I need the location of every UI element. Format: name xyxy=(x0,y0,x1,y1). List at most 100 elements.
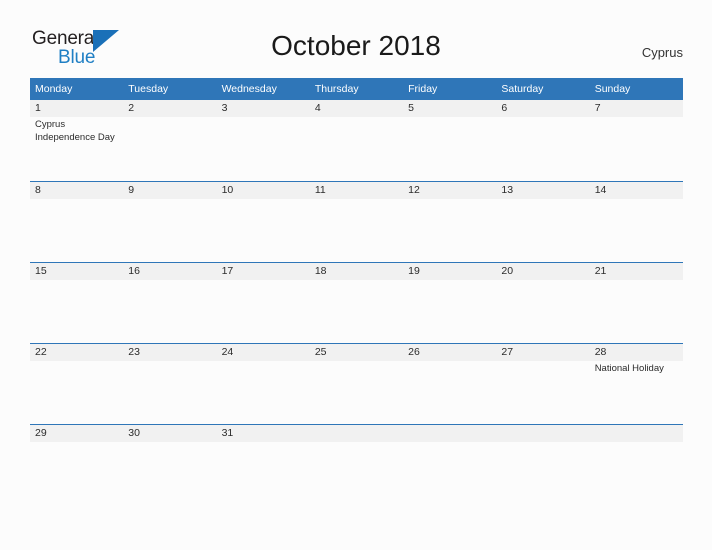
day-cell-inner: 19 xyxy=(403,262,497,343)
day-number: 5 xyxy=(403,100,497,117)
day-cell-inner: 14 xyxy=(589,181,683,262)
day-cell-inner: 18 xyxy=(309,262,404,343)
day-cell-inner: 12 xyxy=(403,181,497,262)
calendar-cell[interactable]: 27 xyxy=(496,343,590,424)
calendar-cell[interactable]: 16 xyxy=(123,262,217,343)
day-number: 9 xyxy=(123,182,217,199)
day-cell-inner: 29 xyxy=(30,424,124,454)
day-cell-inner: 27 xyxy=(496,343,590,424)
day-number: 29 xyxy=(30,425,124,442)
calendar-cell[interactable]: 29 xyxy=(30,424,124,454)
calendar-cell[interactable]: 30 xyxy=(123,424,217,454)
day-cell-inner: 20 xyxy=(496,262,590,343)
calendar-cell[interactable]: 23 xyxy=(123,343,217,424)
calendar-cell[interactable]: 28 National Holiday xyxy=(589,343,683,424)
page-title: October 2018 xyxy=(271,30,441,61)
calendar-cell[interactable]: 3 xyxy=(216,100,310,181)
calendar-week-row: 8 9 10 11 12 13 14 xyxy=(30,181,683,262)
day-number: 24 xyxy=(216,344,310,361)
calendar-cell[interactable]: 1 Cyprus Independence Day xyxy=(30,100,124,181)
day-number: 12 xyxy=(403,182,497,199)
day-number: 1 xyxy=(30,100,124,117)
day-cell-inner: 21 xyxy=(589,262,683,343)
day-cell-inner: 15 xyxy=(30,262,124,343)
calendar-cell[interactable]: 13 xyxy=(496,181,590,262)
calendar-cell[interactable]: 8 xyxy=(30,181,124,262)
day-cell-inner: 22 xyxy=(30,343,124,424)
day-number: 16 xyxy=(123,263,217,280)
calendar-cell[interactable]: 6 xyxy=(496,100,590,181)
day-number: 17 xyxy=(216,263,310,280)
day-number: 27 xyxy=(496,344,590,361)
calendar-cell[interactable]: 14 xyxy=(589,181,683,262)
calendar-cell[interactable]: 21 xyxy=(589,262,683,343)
calendar-cell[interactable]: 9 xyxy=(123,181,217,262)
calendar-cell[interactable] xyxy=(309,424,404,454)
day-cell-inner: 10 xyxy=(216,181,310,262)
day-number: 18 xyxy=(309,263,404,280)
day-number xyxy=(589,425,683,442)
day-cell-inner: 30 xyxy=(123,424,217,454)
calendar-cell[interactable]: 15 xyxy=(30,262,124,343)
day-cell-inner: 26 xyxy=(403,343,497,424)
calendar-cell[interactable]: 22 xyxy=(30,343,124,424)
day-cell-inner: 6 xyxy=(496,100,590,181)
calendar-cell[interactable]: 25 xyxy=(309,343,404,424)
day-number: 8 xyxy=(30,182,124,199)
calendar-cell[interactable]: 10 xyxy=(216,181,310,262)
day-number: 25 xyxy=(309,344,404,361)
calendar-cell[interactable]: 2 xyxy=(123,100,217,181)
day-cell-inner: 24 xyxy=(216,343,310,424)
day-cell-inner xyxy=(403,424,497,454)
calendar-cell[interactable]: 5 xyxy=(403,100,497,181)
calendar-week-row: 22 23 24 25 26 27 28 National Holiday xyxy=(30,343,683,424)
day-events: Cyprus Independence Day xyxy=(30,117,123,144)
calendar-cell[interactable]: 18 xyxy=(309,262,404,343)
day-cell-inner: 1 Cyprus Independence Day xyxy=(30,100,124,181)
day-number: 15 xyxy=(30,263,124,280)
calendar-cell[interactable]: 24 xyxy=(216,343,310,424)
calendar-cell[interactable]: 19 xyxy=(403,262,497,343)
calendar-cell[interactable]: 26 xyxy=(403,343,497,424)
calendar-cell[interactable]: 31 xyxy=(216,424,310,454)
weekday-header-friday: Friday xyxy=(403,78,497,100)
day-cell-inner: 23 xyxy=(123,343,217,424)
calendar-page: General Blue October 2018 Cyprus Monday … xyxy=(0,0,712,550)
page-header: General Blue October 2018 Cyprus xyxy=(0,0,712,78)
calendar-week-row: 29 30 31 xyxy=(30,424,683,454)
calendar-cell[interactable] xyxy=(496,424,590,454)
day-cell-inner: 2 xyxy=(123,100,217,181)
calendar-cell[interactable] xyxy=(589,424,683,454)
day-cell-inner xyxy=(309,424,404,454)
event-text: Cyprus xyxy=(35,119,66,130)
day-cell-inner xyxy=(589,424,683,454)
day-cell-inner: 3 xyxy=(216,100,310,181)
day-number xyxy=(403,425,497,442)
calendar-cell[interactable]: 4 xyxy=(309,100,404,181)
day-number: 30 xyxy=(123,425,217,442)
day-cell-inner: 8 xyxy=(30,181,124,262)
day-events: National Holiday xyxy=(590,361,683,376)
weekday-header-saturday: Saturday xyxy=(496,78,590,100)
calendar-cell[interactable]: 20 xyxy=(496,262,590,343)
day-number: 13 xyxy=(496,182,590,199)
calendar-cell[interactable]: 7 xyxy=(589,100,683,181)
weekday-header-tuesday: Tuesday xyxy=(123,78,217,100)
day-number: 10 xyxy=(216,182,310,199)
calendar-cell[interactable]: 11 xyxy=(309,181,404,262)
event-text: National Holiday xyxy=(594,363,664,374)
calendar-cell[interactable]: 17 xyxy=(216,262,310,343)
calendar-table: Monday Tuesday Wednesday Thursday Friday… xyxy=(30,78,683,454)
day-number: 4 xyxy=(309,100,404,117)
day-number: 2 xyxy=(123,100,217,117)
day-number: 26 xyxy=(403,344,497,361)
calendar-cell[interactable] xyxy=(403,424,497,454)
day-number: 19 xyxy=(403,263,497,280)
day-number: 21 xyxy=(589,263,683,280)
day-cell-inner: 4 xyxy=(309,100,404,181)
event-text: Independence Day xyxy=(35,131,115,143)
calendar-cell[interactable]: 12 xyxy=(403,181,497,262)
weekday-header-sunday: Sunday xyxy=(589,78,683,100)
day-number: 6 xyxy=(496,100,590,117)
day-number xyxy=(309,425,404,442)
